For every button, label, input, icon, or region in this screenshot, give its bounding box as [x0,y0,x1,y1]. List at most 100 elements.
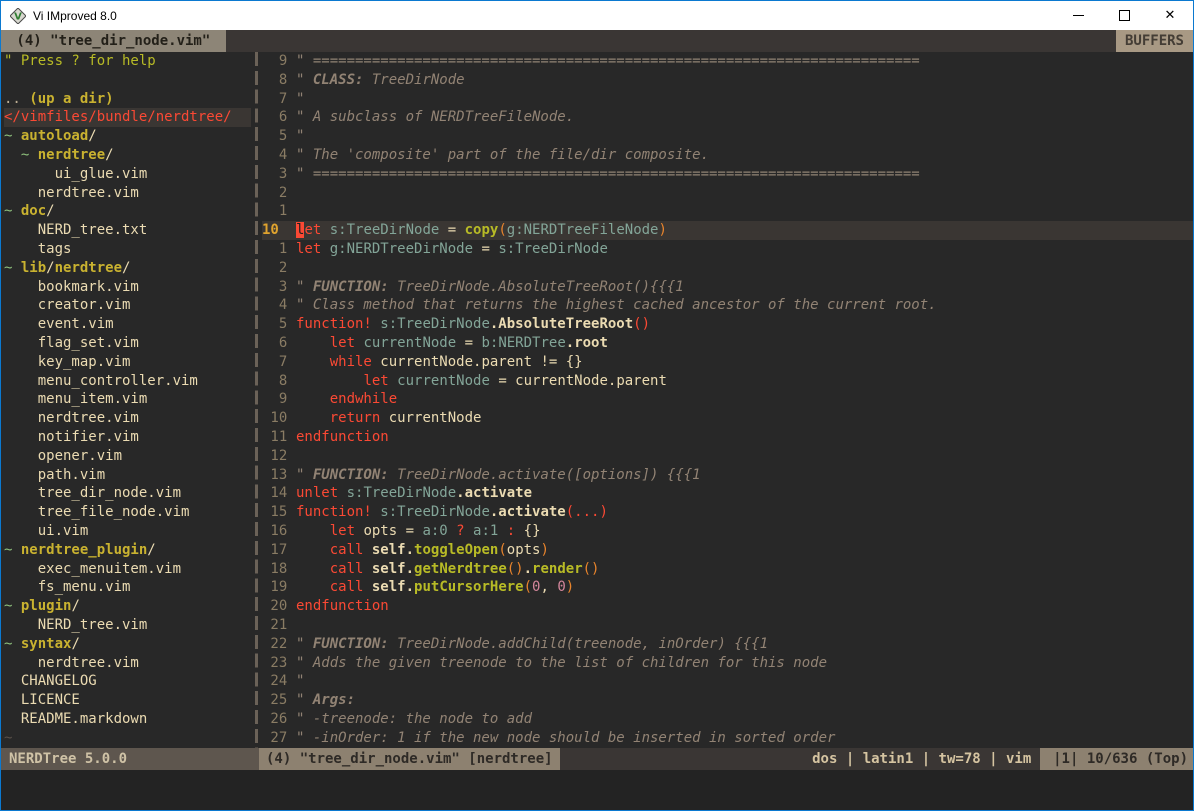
tree-item[interactable]: ~ nerdtree_plugin/ [4,541,251,560]
syntax-segment [296,410,330,426]
tree-item[interactable]: exec_menuitem.vim [4,560,251,579]
syntax-segment: " A subclass of NERDTreeFileNode. [296,109,574,125]
code-line[interactable]: 27 " -inOrder: 1 if the new node should … [262,729,1193,748]
tree-item[interactable]: </vimfiles/bundle/nerdtree/ [4,108,251,127]
tree-item[interactable]: opener.vim [4,447,251,466]
tree-item[interactable]: tree_dir_node.vim [4,484,251,503]
tree-item[interactable]: ~ lib/nerdtree/ [4,259,251,278]
code-line[interactable]: 1 let g:NERDTreeDirNode = s:TreeDirNode [262,240,1193,259]
tree-item[interactable]: creator.vim [4,296,251,315]
tree-item[interactable]: key_map.vim [4,353,251,372]
tree-item[interactable]: ~ [4,729,251,748]
tree-item[interactable]: ~ autoload/ [4,127,251,146]
syntax-segment: / [71,598,79,614]
code-line[interactable]: 2 [262,184,1193,203]
tree-item[interactable]: LICENCE [4,691,251,710]
syntax-segment: , [540,579,557,595]
tree-item[interactable]: ~ syntax/ [4,635,251,654]
tree-item[interactable]: notifier.vim [4,428,251,447]
tree-item[interactable]: ui_glue.vim [4,165,251,184]
code-line[interactable]: 10 return currentNode [262,409,1193,428]
code-line[interactable]: 3 " ====================================… [262,165,1193,184]
tab-tree-dir-node[interactable]: (4) "tree_dir_node.vim" [1,30,226,52]
code-line[interactable]: 26 " -treenode: the node to add [262,710,1193,729]
svg-text:V: V [14,11,22,22]
code-line[interactable]: 23 " Adds the given treenode to the list… [262,654,1193,673]
code-line[interactable]: 12 [262,447,1193,466]
tree-item[interactable]: tags [4,240,251,259]
tree-item[interactable]: " Press ? for help [4,52,251,71]
tree-item[interactable]: NERD_tree.vim [4,616,251,635]
syntax-segment [296,335,330,351]
syntax-segment: endfunction [296,429,389,445]
code-line[interactable]: 10 let s:TreeDirNode = copy(g:NERDTreeFi… [262,221,1193,240]
code-line[interactable]: 4 " The 'composite' part of the file/dir… [262,146,1193,165]
code-line[interactable]: 20 endfunction [262,597,1193,616]
code-line[interactable]: 15 function! s:TreeDirNode.activate(...) [262,503,1193,522]
line-number: 8 [262,71,296,90]
code-line[interactable]: 18 call self.getNerdtree().render() [262,560,1193,579]
tree-item[interactable]: nerdtree.vim [4,409,251,428]
code-line[interactable]: 21 [262,616,1193,635]
code-line[interactable]: 9 " ====================================… [262,52,1193,71]
tree-item[interactable]: menu_item.vim [4,390,251,409]
syntax-segment: nerdtree.vim [4,655,139,671]
syntax-segment: " -inOrder: 1 if the new node should be … [296,730,835,746]
tree-item[interactable]: bookmark.vim [4,278,251,297]
code-line[interactable]: 7 " [262,90,1193,109]
tree-item[interactable]: CHANGELOG [4,672,251,691]
tree-item[interactable]: ~ nerdtree/ [4,146,251,165]
tree-item[interactable]: menu_controller.vim [4,372,251,391]
code-line[interactable]: 9 endwhile [262,390,1193,409]
tree-item[interactable] [4,71,251,90]
tree-item[interactable]: nerdtree.vim [4,184,251,203]
syntax-segment: ~ [4,203,21,219]
code-line[interactable]: 13 " FUNCTION: TreeDirNode.activate([opt… [262,466,1193,485]
tree-item[interactable]: README.markdown [4,710,251,729]
code-line[interactable]: 22 " FUNCTION: TreeDirNode.addChild(tree… [262,635,1193,654]
tree-item[interactable]: path.vim [4,466,251,485]
line-number: 8 [262,372,296,391]
code-line[interactable]: 19 call self.putCursorHere(0, 0) [262,578,1193,597]
code-line[interactable]: 1 [262,202,1193,221]
syntax-segment: / [105,147,113,163]
code-line[interactable]: 4 " Class method that returns the highes… [262,296,1193,315]
tree-item[interactable]: ~ plugin/ [4,597,251,616]
tree-item[interactable]: nerdtree.vim [4,654,251,673]
nerdtree-sidebar: " Press ? for help .. (up a dir)</vimfile… [1,52,251,748]
tree-item[interactable]: event.vim [4,315,251,334]
minimize-button[interactable] [1055,1,1101,30]
code-line[interactable]: 5 " [262,127,1193,146]
code-line[interactable]: 6 let currentNode = b:NERDTree.root [262,334,1193,353]
syntax-segment: opener.vim [4,448,122,464]
vim-icon: V [10,8,26,24]
tree-item[interactable]: ~ doc/ [4,202,251,221]
line-number: 6 [262,108,296,127]
tree-item[interactable]: NERD_tree.txt [4,221,251,240]
tree-item[interactable]: tree_file_node.vim [4,503,251,522]
code-line[interactable]: 6 " A subclass of NERDTreeFileNode. [262,108,1193,127]
code-line[interactable]: 16 let opts = a:0 ? a:1 : {} [262,522,1193,541]
code-line[interactable]: 3 " FUNCTION: TreeDirNode.AbsoluteTreeRo… [262,278,1193,297]
code-line[interactable]: 5 function! s:TreeDirNode.AbsoluteTreeRo… [262,315,1193,334]
code-line[interactable]: 11 endfunction [262,428,1193,447]
tree-item[interactable]: ui.vim [4,522,251,541]
syntax-segment: Args: [313,692,355,708]
tree-item[interactable]: .. (up a dir) [4,90,251,109]
close-button[interactable]: ✕ [1147,1,1193,30]
tree-item[interactable]: fs_menu.vim [4,578,251,597]
code-line[interactable]: 8 " CLASS: TreeDirNode [262,71,1193,90]
tree-item[interactable]: flag_set.vim [4,334,251,353]
code-line[interactable]: 8 let currentNode = currentNode.parent [262,372,1193,391]
code-line[interactable]: 7 while currentNode.parent != {} [262,353,1193,372]
maximize-button[interactable] [1101,1,1147,30]
window-separator[interactable] [251,52,262,748]
command-line[interactable] [1,770,1193,810]
code-line[interactable]: 2 [262,259,1193,278]
separator-line [255,52,258,748]
code-line[interactable]: 17 call self.toggleOpen(opts) [262,541,1193,560]
code-line[interactable]: 25 " Args: [262,691,1193,710]
code-line[interactable]: 14 unlet s:TreeDirNode.activate [262,484,1193,503]
syntax-segment: " ======================================… [296,53,920,69]
code-line[interactable]: 24 " [262,672,1193,691]
